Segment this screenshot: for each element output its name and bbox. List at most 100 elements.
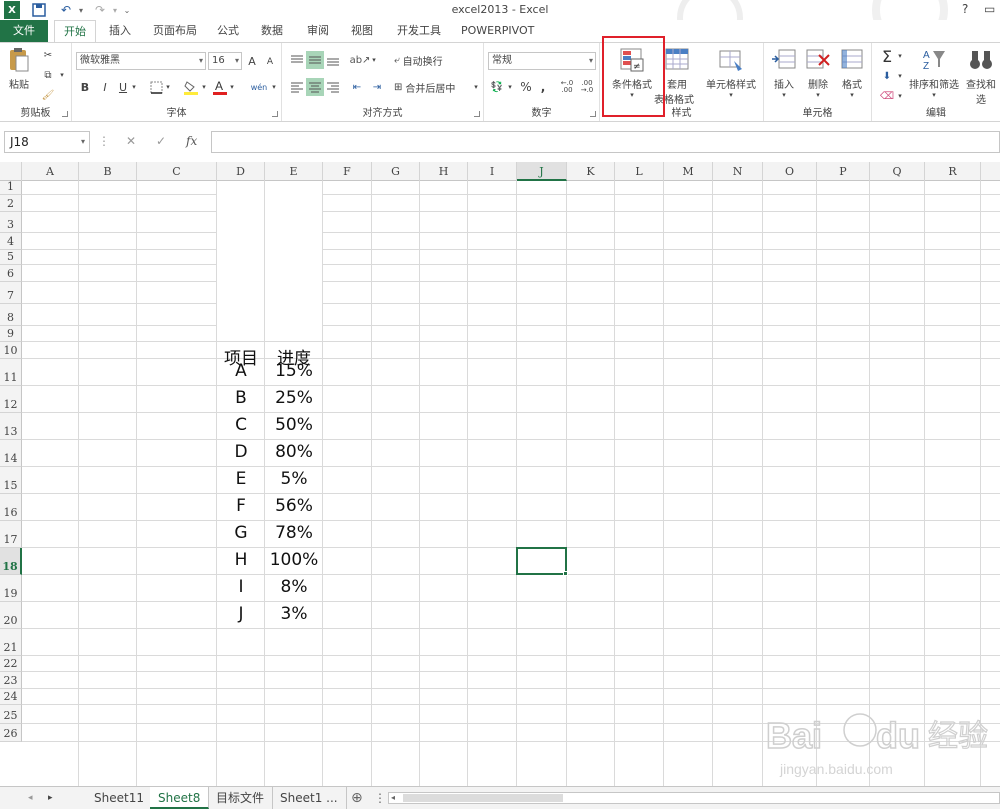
column-header-n[interactable]: N — [713, 162, 763, 181]
row-header-17[interactable]: 17 — [0, 521, 22, 548]
clear-icon[interactable]: ⌫ — [878, 87, 896, 105]
tab-developer[interactable]: 开发工具 — [388, 20, 450, 42]
number-launcher-icon[interactable] — [590, 111, 596, 117]
decrease-decimal-icon[interactable]: .00 →.0 — [578, 78, 596, 96]
row-header-25[interactable]: 25 — [0, 705, 22, 724]
increase-indent-icon[interactable]: ⇥ — [368, 78, 386, 96]
column-header-k[interactable]: K — [567, 162, 615, 181]
row-header-6[interactable]: 6 — [0, 265, 22, 282]
insert-function-button[interactable]: fx — [186, 134, 197, 148]
row-header-3[interactable]: 3 — [0, 212, 22, 233]
sheet-tab[interactable]: Sheet11 — [86, 787, 153, 809]
ribbon-display-icon[interactable]: ▭ — [984, 2, 995, 16]
table-cell-progress[interactable]: 78% — [265, 523, 323, 550]
table-cell-item[interactable]: D — [217, 442, 265, 469]
increase-decimal-icon[interactable]: ←.0.00 — [558, 78, 576, 96]
table-cell-item[interactable]: G — [217, 523, 265, 550]
tab-formulas[interactable]: 公式 — [208, 20, 248, 42]
table-cell-progress[interactable]: 50% — [265, 415, 323, 442]
column-header-d[interactable]: D — [217, 162, 265, 181]
row-header-2[interactable]: 2 — [0, 195, 22, 212]
align-middle-icon[interactable] — [306, 51, 324, 69]
table-cell-progress[interactable]: 25% — [265, 388, 323, 415]
row-header-15[interactable]: 15 — [0, 467, 22, 494]
table-cell-progress[interactable]: 15% — [265, 361, 323, 388]
row-header-11[interactable]: 11 — [0, 359, 22, 386]
tab-view[interactable]: 视图 — [342, 20, 382, 42]
active-cell[interactable] — [516, 547, 567, 575]
tab-home[interactable]: 开始 — [54, 20, 96, 43]
more-options-icon[interactable]: ⋮ — [98, 134, 110, 148]
scroll-left-icon[interactable]: ◂ — [20, 787, 41, 809]
row-header-24[interactable]: 24 — [0, 689, 22, 705]
sheet-tab[interactable]: Sheet1 ... — [272, 787, 347, 809]
cut-icon[interactable]: ✂ — [40, 47, 56, 63]
font-name-combo[interactable]: 微软雅黑 ▾ — [76, 52, 206, 70]
column-header-j[interactable]: J — [517, 162, 567, 181]
column-header-g[interactable]: G — [372, 162, 420, 181]
column-header-r[interactable]: R — [925, 162, 981, 181]
sort-filter-button[interactable]: A Z 排序和筛选 ▾ — [906, 47, 962, 99]
row-header-1[interactable]: 1 — [0, 180, 22, 195]
tab-powerpivot[interactable]: POWERPIVOT — [452, 20, 543, 42]
italic-button[interactable]: I — [98, 78, 112, 96]
find-select-button[interactable]: 查找和选 — [962, 47, 1000, 106]
bold-button[interactable]: B — [78, 78, 92, 96]
column-header-c[interactable]: C — [137, 162, 217, 181]
align-bottom-icon[interactable] — [324, 51, 342, 69]
worksheet-grid[interactable]: ABCDEFGHIJKLMNOPQR 1 2 3 4 5 6 7 8 9 10 11 12 13 14 15… — [0, 162, 1000, 786]
border-dropdown-icon[interactable]: ▾ — [164, 78, 172, 96]
fill-color-dropdown-icon[interactable]: ▾ — [200, 78, 208, 96]
column-header-e[interactable]: E — [265, 162, 323, 181]
row-header-9[interactable]: 9 — [0, 326, 22, 342]
column-header-q[interactable]: Q — [870, 162, 925, 181]
tab-file[interactable]: 文件 — [0, 20, 48, 42]
row-header-16[interactable]: 16 — [0, 494, 22, 521]
table-header-item[interactable]: 项目 — [217, 344, 265, 369]
border-icon[interactable] — [148, 78, 164, 96]
select-all-corner[interactable] — [0, 162, 22, 181]
fill-dropdown-icon[interactable]: ▾ — [896, 67, 904, 85]
table-cell-item[interactable]: I — [217, 577, 265, 604]
clear-dropdown-icon[interactable]: ▾ — [896, 87, 904, 105]
row-header-23[interactable]: 23 — [0, 672, 22, 689]
row-header-5[interactable]: 5 — [0, 250, 22, 265]
fill-icon[interactable]: ⬇ — [878, 67, 896, 85]
cell-styles-button[interactable]: 单元格样式 ▾ — [702, 47, 760, 99]
table-cell-progress[interactable]: 3% — [265, 604, 323, 631]
alignment-launcher-icon[interactable] — [474, 111, 480, 117]
font-launcher-icon[interactable] — [272, 111, 278, 117]
column-header-l[interactable]: L — [615, 162, 664, 181]
autosum-dropdown-icon[interactable]: ▾ — [896, 47, 904, 65]
fill-color-icon[interactable] — [182, 78, 200, 96]
row-header-22[interactable]: 22 — [0, 656, 22, 672]
table-cell-progress[interactable]: 8% — [265, 577, 323, 604]
wrap-text-button[interactable]: ⤶ 自动换行 — [394, 51, 478, 69]
phonetic-button[interactable]: wén — [248, 78, 270, 96]
align-center-icon[interactable] — [306, 78, 324, 96]
font-color-dropdown-icon[interactable]: ▾ — [228, 78, 236, 96]
scroll-right-icon[interactable]: ▸ — [40, 787, 61, 809]
font-size-combo[interactable]: 16 ▾ — [208, 52, 242, 70]
table-header-progress[interactable]: 进度 — [265, 344, 323, 369]
enter-icon[interactable]: ✓ — [156, 134, 166, 148]
column-header-m[interactable]: M — [664, 162, 713, 181]
column-header-a[interactable]: A — [22, 162, 79, 181]
table-cell-item[interactable]: J — [217, 604, 265, 631]
row-header-10[interactable]: 10 — [0, 342, 22, 359]
decrease-indent-icon[interactable]: ⇤ — [348, 78, 366, 96]
scroll-left-arrow-icon[interactable]: ◂ — [391, 793, 395, 803]
comma-button[interactable]: , — [536, 78, 550, 96]
horizontal-scrollbar[interactable]: ◂ — [388, 792, 1000, 804]
row-header-8[interactable]: 8 — [0, 304, 22, 326]
column-header-i[interactable]: I — [468, 162, 517, 181]
row-header-12[interactable]: 12 — [0, 386, 22, 413]
table-cell-item[interactable]: C — [217, 415, 265, 442]
accounting-format-icon[interactable]: 💱 — [488, 78, 506, 96]
table-cell-item[interactable]: B — [217, 388, 265, 415]
column-header-f[interactable]: F — [323, 162, 372, 181]
merge-center-button[interactable]: ⊞ 合并后居中 — [394, 78, 474, 96]
copy-dropdown-icon[interactable]: ▾ — [58, 67, 66, 83]
table-cell-item[interactable]: H — [217, 550, 265, 577]
shrink-font-button[interactable]: A — [263, 54, 277, 70]
